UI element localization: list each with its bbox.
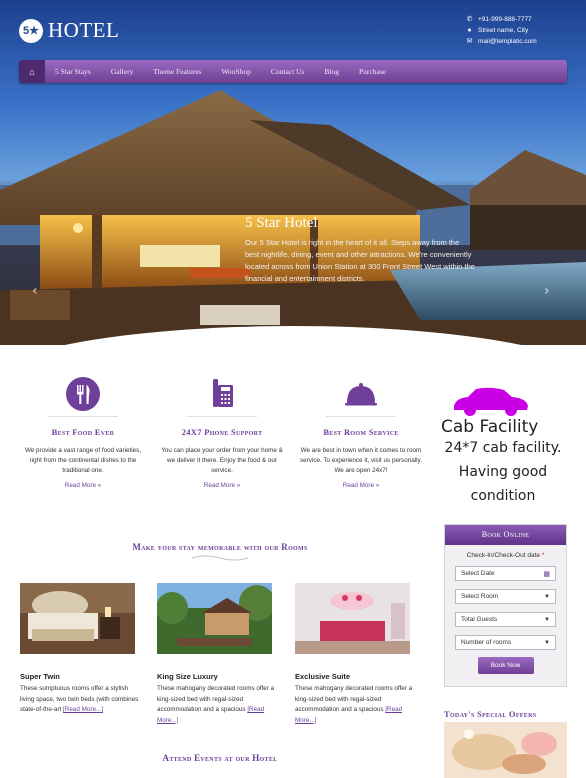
hero-image (0, 90, 586, 345)
date-picker[interactable]: Select Date ▦ (455, 566, 556, 581)
chevron-down-icon: ▼ (544, 639, 550, 646)
room-image[interactable] (295, 583, 410, 654)
rooms-section-title: Make your stay memorable with our Rooms (132, 542, 308, 552)
read-more-link[interactable]: Read More » (157, 482, 287, 489)
special-offers-title: Today's Special Offers (444, 709, 537, 719)
guests-select[interactable]: Total Guests ▼ (455, 612, 556, 627)
main-navigation: ⌂ 5 Star Stays Gallery Theme Features Wo… (19, 60, 567, 83)
logo-badge: 5★ (19, 18, 43, 43)
contact-phone: ✆ +91-999-888-7777 (466, 16, 532, 23)
slider-next-icon[interactable]: › (544, 283, 550, 299)
date-label: Check-In/Check-Out date * (466, 552, 545, 559)
nav-home[interactable]: ⌂ (19, 60, 45, 83)
contact-address: ● Street name, City (467, 27, 529, 34)
fork-knife-icon (65, 376, 101, 412)
room-image[interactable] (157, 583, 272, 654)
slider-prev-icon[interactable]: ‹ (32, 283, 38, 299)
book-online-header: Book Online (445, 525, 566, 545)
room-name[interactable]: King Size Luxury (157, 672, 277, 681)
chevron-down-icon: ▼ (544, 616, 550, 623)
feature-title: Best Room Service (323, 427, 399, 437)
feature-divider (187, 416, 257, 417)
location-pin-icon: ● (467, 27, 472, 34)
title-ornament (191, 555, 249, 561)
feature-text: We are best in town when it comes to roo… (300, 447, 422, 474)
nav-item-contact-us[interactable]: Contact Us (261, 67, 315, 76)
contact-email[interactable]: ✉ mail@templatic.com (466, 36, 537, 47)
site-logo[interactable]: 5★ HOTEL (19, 18, 119, 43)
feature-food: Best Food Ever We provide a vast range o… (18, 376, 148, 489)
phone-icon: ✆ (466, 16, 473, 23)
nav-item-gallery[interactable]: Gallery (101, 67, 144, 76)
slide-text: Our 5 Star Hotel is right in the heart o… (245, 238, 475, 283)
room-description: These mahogany decorated rooms offer a k… (295, 685, 413, 724)
nav-item-purchase[interactable]: Purchase (349, 67, 396, 76)
logo-text: HOTEL (48, 18, 120, 42)
nav-item-theme-features[interactable]: Theme Features (143, 67, 211, 76)
feature-title: Best Food Ever (51, 427, 115, 437)
calendar-icon: ▦ (543, 570, 550, 578)
room-service-icon (343, 376, 379, 412)
phone-icon (204, 376, 240, 412)
rooms-count-select[interactable]: Number of rooms ▼ (455, 635, 556, 650)
feature-text: We provide a vast range of food varietie… (24, 447, 142, 474)
slide-title: 5 Star Hotel (245, 215, 318, 231)
room-card-exclusive-suite: Exclusive Suite These mahogany decorated… (295, 583, 415, 726)
room-name[interactable]: Exclusive Suite (295, 672, 415, 681)
room-select[interactable]: Select Room ▼ (455, 589, 556, 604)
read-more-link[interactable]: Read More » (18, 482, 148, 489)
feature-divider (48, 416, 118, 417)
book-now-button[interactable]: Book Now (477, 657, 534, 674)
nav-item-5-star-stays[interactable]: 5 Star Stays (45, 67, 101, 76)
room-description: These mahogany decorated rooms offer a k… (157, 685, 275, 724)
feature-phone-support: 24X7 Phone Support You can place your or… (157, 376, 287, 489)
events-section-title: Attend Events at our Hotel (162, 753, 278, 763)
mail-icon: ✉ (466, 38, 473, 45)
room-read-more-link[interactable]: [Read More...] (63, 706, 103, 713)
required-marker: * (541, 552, 545, 559)
home-icon: ⌂ (29, 66, 35, 77)
read-more-link[interactable]: Read More » (296, 482, 426, 489)
cab-facility-text: 24*7 cab facility. Having good condition (444, 440, 562, 504)
feature-text: You can place your order from your home … (161, 447, 283, 474)
feature-divider (326, 416, 396, 417)
cab-facility-title: Cab Facility (441, 417, 539, 437)
contact-info: ✆ +91-999-888-7777 ● Street name, City ✉ ma… (466, 14, 537, 47)
book-online-widget: Book Online Check-In/Check-Out date * Se… (444, 524, 567, 687)
room-card-king-size-luxury: King Size Luxury These mahogany decorate… (157, 583, 277, 726)
hero-slider: 5★ HOTEL ✆ +91-999-888-7777 ● Street name,… (0, 0, 586, 345)
chevron-down-icon: ▼ (544, 593, 550, 600)
nav-item-wooshop[interactable]: WooShop (211, 67, 260, 76)
room-image[interactable] (20, 583, 135, 654)
room-name[interactable]: Super Twin (20, 672, 140, 681)
special-offers-image[interactable] (444, 722, 567, 778)
nav-item-blog[interactable]: Blog (314, 67, 349, 76)
room-description: These sumptuous rooms offer a stylish li… (20, 685, 139, 713)
car-icon (454, 387, 528, 416)
feature-room-service: Best Room Service We are best in town wh… (296, 376, 426, 489)
room-card-super-twin: Super Twin These sumptuous rooms offer a… (20, 583, 140, 716)
feature-title: 24X7 Phone Support (181, 427, 263, 437)
